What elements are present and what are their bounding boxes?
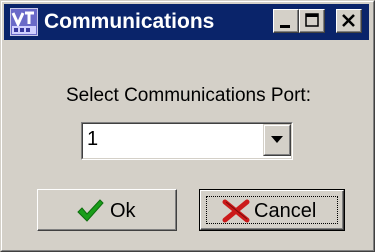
- dropdown-arrow-icon: [271, 136, 283, 143]
- port-select-dropdown-button[interactable]: [263, 124, 291, 156]
- cancel-button[interactable]: Cancel: [199, 189, 345, 231]
- communications-dialog: Communications Select Communications Por…: [0, 0, 375, 252]
- maximize-icon: [305, 13, 319, 27]
- checkmark-icon: [77, 199, 104, 222]
- port-prompt-label: Select Communications Port:: [66, 85, 311, 106]
- red-x-icon: [222, 199, 250, 223]
- window-title: Communications: [44, 10, 215, 33]
- close-button[interactable]: [336, 9, 362, 33]
- title-bar[interactable]: Communications: [4, 4, 369, 40]
- port-select[interactable]: 1: [81, 122, 293, 160]
- close-icon: [342, 14, 355, 27]
- port-select-frame: [82, 123, 292, 159]
- maximize-button[interactable]: [299, 9, 325, 33]
- cancel-button-label: Cancel: [254, 200, 317, 222]
- minimize-icon: [280, 25, 290, 28]
- ok-button[interactable]: Ok: [37, 189, 177, 231]
- minimize-button[interactable]: [273, 9, 299, 33]
- ok-button-label: Ok: [110, 200, 136, 222]
- port-select-value: 1: [87, 128, 99, 150]
- vb-app-icon[interactable]: [10, 8, 38, 36]
